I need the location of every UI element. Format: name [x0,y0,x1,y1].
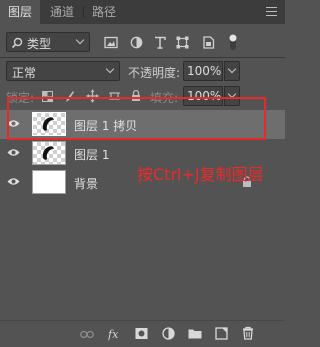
panel-menu-icon[interactable] [266,7,277,16]
search-icon [11,37,23,49]
chevron-down-icon [105,64,115,74]
tab-layers[interactable]: 图层 [0,0,40,24]
blend-mode-value: 正常 [12,66,37,80]
shape-layer-filter-icon[interactable] [176,36,189,49]
panel-tab-bar: 图层 通道 路径 [0,0,285,24]
layers-bottom-toolbar: fx [0,320,285,347]
blend-row: 正常 不透明度: 100% [0,60,285,84]
annotation-text: 按Ctrl+J复制图层 [137,165,264,184]
svg-text:fx: fx [108,328,119,341]
delete-layer-trash-icon[interactable] [242,326,254,340]
fx-layer-style-icon[interactable]: fx [108,327,122,341]
new-adjustment-layer-icon[interactable] [162,327,175,340]
layer-shape-thumbnail [42,146,54,160]
filter-toggle-switch[interactable] [228,32,238,52]
blend-mode-dropdown[interactable]: 正常 [6,61,120,81]
adjustment-layer-filter-icon[interactable] [130,36,143,49]
filter-row: 类型 [0,28,285,56]
layers-list: 图层 1 拷贝 图层 1 背景 [0,110,285,320]
link-layers-icon[interactable] [80,330,94,339]
chevron-down-icon [227,64,237,74]
filter-kind-dropdown[interactable]: 类型 [6,32,90,52]
add-layer-mask-icon[interactable] [135,327,148,340]
opacity-slider-toggle[interactable] [224,61,240,81]
opacity-input[interactable]: 100% [183,61,223,81]
divider [0,57,285,58]
layer-name: 背景 [74,177,99,191]
pixel-layer-filter-icon[interactable] [104,36,118,49]
new-layer-icon[interactable] [215,327,228,340]
annotation-highlight-box [7,97,266,140]
type-layer-filter-icon[interactable] [154,36,166,49]
new-group-folder-icon[interactable] [188,328,202,339]
visibility-eye-icon[interactable] [7,148,20,157]
smart-object-filter-icon[interactable] [202,36,215,49]
tab-paths[interactable]: 路径 [84,0,124,24]
layer-name: 图层 1 [74,148,110,162]
filter-kind-label: 类型 [27,37,52,51]
layer-thumbnail [32,170,66,194]
chevron-down-icon [75,35,85,45]
layer-thumbnail [32,141,66,165]
tab-channels[interactable]: 通道 [42,0,82,24]
opacity-value: 100% [187,64,222,78]
visibility-eye-icon[interactable] [7,177,20,186]
opacity-label: 不透明度: [128,66,181,80]
